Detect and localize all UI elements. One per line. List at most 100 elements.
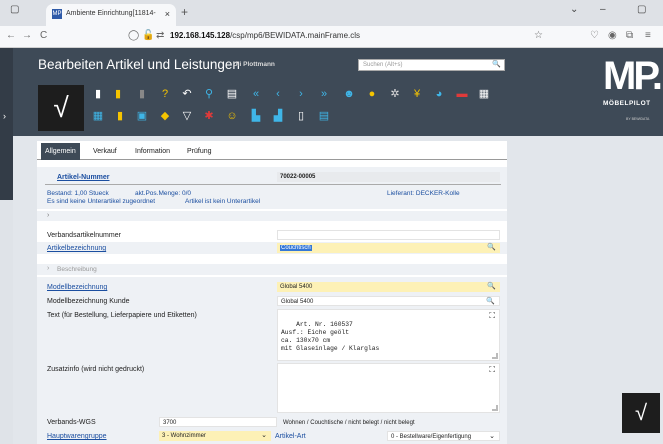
settings-icon[interactable]: ✲	[389, 88, 401, 100]
chevron-down-icon[interactable]: ⌄	[261, 431, 267, 439]
confirm-button[interactable]: √	[38, 85, 84, 131]
tab-list-chevron-icon[interactable]: ⌄	[570, 4, 578, 15]
modellbezeichnung-kunde-input[interactable]: Global 5400 🔍	[277, 296, 500, 306]
list-icon[interactable]: ▤	[318, 110, 330, 122]
first-record-icon[interactable]: «	[250, 88, 262, 100]
insecure-lock-icon[interactable]: 🔓	[142, 30, 154, 41]
resize-handle[interactable]	[492, 405, 498, 411]
resize-handle[interactable]	[492, 353, 498, 359]
divider	[45, 184, 501, 185]
hauptwarengruppe-label[interactable]: Hauptwarengruppe	[47, 433, 107, 440]
page-title: Bearbeiten Artikel und Leistungen	[38, 57, 240, 72]
tab-close-icon[interactable]: ×	[165, 9, 170, 19]
save-confirm-button[interactable]: √	[622, 393, 660, 433]
moebelpilot-logo: MP. MÖBELPILOT BY BEWIDATA	[603, 54, 663, 132]
document-edit-icon[interactable]: ▮	[114, 110, 126, 122]
hauptwarengruppe-select[interactable]: 3 - Wohnzimmer ⌄	[159, 431, 271, 441]
artikel-art-value: 0 - Bestellware/Eigenfertigung	[391, 434, 472, 440]
next-record-icon[interactable]: ›	[295, 88, 307, 100]
shield-yellow-icon[interactable]: ◆	[159, 110, 171, 122]
text-label: Text (für Bestellung, Lieferpapiere und …	[47, 312, 197, 319]
new-tab-button[interactable]: +	[181, 5, 188, 19]
tag-icon[interactable]: ●	[366, 88, 378, 100]
artikel-art-select[interactable]: 0 - Bestellware/Eigenfertigung ⌄	[387, 431, 500, 441]
shield-icon[interactable]: ◯	[128, 30, 139, 41]
help-icon[interactable]: ?	[159, 88, 171, 100]
expand-icon[interactable]: ⛶	[489, 312, 495, 320]
logo-sub: BY BEWIDATA	[626, 117, 650, 121]
expand-icon[interactable]: ⛶	[489, 366, 495, 374]
form-tabs: Allgemein Verkauf Information Prüfung	[37, 141, 507, 160]
search-icon[interactable]: 🔍	[487, 282, 496, 290]
file-icon[interactable]: ▯	[295, 110, 307, 122]
chevron-right-icon: ›	[3, 111, 6, 121]
modellbezeichnung-input[interactable]: Global 5400 🔍	[277, 282, 500, 292]
modellbezeichnung-kunde-label: Modellbezeichnung Kunde	[47, 298, 130, 305]
pocket-icon[interactable]: ♡	[590, 30, 599, 41]
search-icon[interactable]: 🔍	[487, 243, 496, 251]
extensions-icon[interactable]: ⧉	[626, 30, 633, 41]
tab-overview-icon[interactable]: ▢	[10, 4, 19, 15]
sidebar-toggle[interactable]: ›	[0, 48, 13, 200]
last-record-icon[interactable]: »	[318, 88, 330, 100]
maximize-icon[interactable]: ▢	[637, 4, 646, 15]
forward-icon[interactable]: →	[22, 30, 32, 41]
card-icon[interactable]: ▬	[456, 88, 468, 100]
collapsed-section[interactable]: ›	[37, 211, 507, 221]
new-document-icon[interactable]: ▮	[92, 88, 104, 100]
permissions-icon[interactable]: ⇄	[156, 30, 164, 41]
logo-mark: MP.	[603, 54, 663, 98]
open-document-icon[interactable]: ▮	[112, 88, 124, 100]
calendar-icon[interactable]: ▦	[92, 110, 104, 122]
article-number-label[interactable]: Artikel-Nummer	[57, 174, 110, 181]
users-icon[interactable]: ☻	[343, 88, 355, 100]
verbands-wgs-input[interactable]: 3700	[159, 417, 277, 427]
article-info-section: Artikel-Nummer 70022-00005 Bestand: 1,00…	[37, 167, 507, 209]
zusatzinfo-textarea[interactable]: ⛶	[277, 363, 500, 413]
dropdown-icon[interactable]: ▽	[181, 110, 193, 122]
number-icon[interactable]: ▣	[136, 110, 148, 122]
beschreibung-section-header[interactable]: › Beschreibung	[37, 264, 507, 275]
text-textarea[interactable]: Art. Nr. 160537 Ausf.: Eiche geölt ca. 1…	[277, 309, 500, 361]
reload-icon[interactable]: C	[40, 30, 47, 41]
search-icon[interactable]: 🔍	[492, 60, 501, 68]
globe-icon[interactable]: ◕	[433, 88, 445, 100]
chevron-right-icon[interactable]: ›	[47, 265, 49, 272]
previous-record-icon[interactable]: ‹	[272, 88, 284, 100]
truck-icon[interactable]: ▟	[272, 110, 284, 122]
undo-icon[interactable]: ↶	[181, 88, 193, 100]
filter-icon[interactable]: ¥	[411, 88, 423, 100]
minimize-icon[interactable]: –	[600, 4, 606, 15]
back-icon[interactable]: ←	[6, 30, 16, 41]
account-icon[interactable]: ◉	[608, 30, 617, 41]
tab-allgemein[interactable]: Allgemein	[41, 143, 80, 160]
verbandsartikelnummer-input[interactable]	[277, 230, 500, 240]
chevron-down-icon[interactable]: ⌄	[489, 432, 495, 440]
verbands-wgs-description: Wohnen / Couchtische / nicht belegt / ni…	[283, 420, 415, 426]
search-icon[interactable]: 🔍	[486, 297, 495, 305]
modellbezeichnung-label[interactable]: Modellbezeichnung	[47, 284, 107, 291]
browser-tab[interactable]: MP Ambiente Einrichtung[11814- ×	[46, 4, 176, 26]
menu-icon[interactable]: ≡	[645, 30, 651, 41]
user-name: Uli Plottmann	[233, 61, 275, 68]
favicon-icon: MP	[52, 9, 62, 19]
gallery-icon[interactable]: ▦	[478, 88, 490, 100]
print-icon[interactable]: ▤	[226, 88, 238, 100]
tab-information[interactable]: Information	[131, 143, 174, 160]
factory-icon[interactable]: ▙	[250, 110, 262, 122]
artikel-art-label: Artikel-Art	[275, 433, 306, 440]
delete-icon[interactable]: ▮	[136, 88, 148, 100]
no-subarticle-text: Es sind keine Unterartikel zugeordnet	[47, 198, 156, 205]
artikelbezeichnung-input[interactable]: Couchtisch 🔍	[277, 243, 500, 253]
search-tool-icon[interactable]: ⚲	[203, 88, 215, 100]
artikelbezeichnung-label[interactable]: Artikelbezeichnung	[47, 245, 106, 252]
smiley-icon[interactable]: ☺	[226, 110, 238, 122]
bookmark-star-icon[interactable]: ☆	[534, 30, 543, 41]
tab-pruefung[interactable]: Prüfung	[183, 143, 216, 160]
app-search-input[interactable]: Suchen (Alt+s) 🔍	[358, 59, 505, 71]
url-text[interactable]: 192.168.145.128/csp/mp6/BEWIDATA.mainFra…	[170, 31, 360, 40]
flag-icon[interactable]: ✱	[203, 110, 215, 122]
supplier-text[interactable]: Lieferant: DECKER-Kolle	[387, 190, 460, 197]
chevron-right-icon[interactable]: ›	[47, 212, 49, 219]
tab-verkauf[interactable]: Verkauf	[89, 143, 121, 160]
